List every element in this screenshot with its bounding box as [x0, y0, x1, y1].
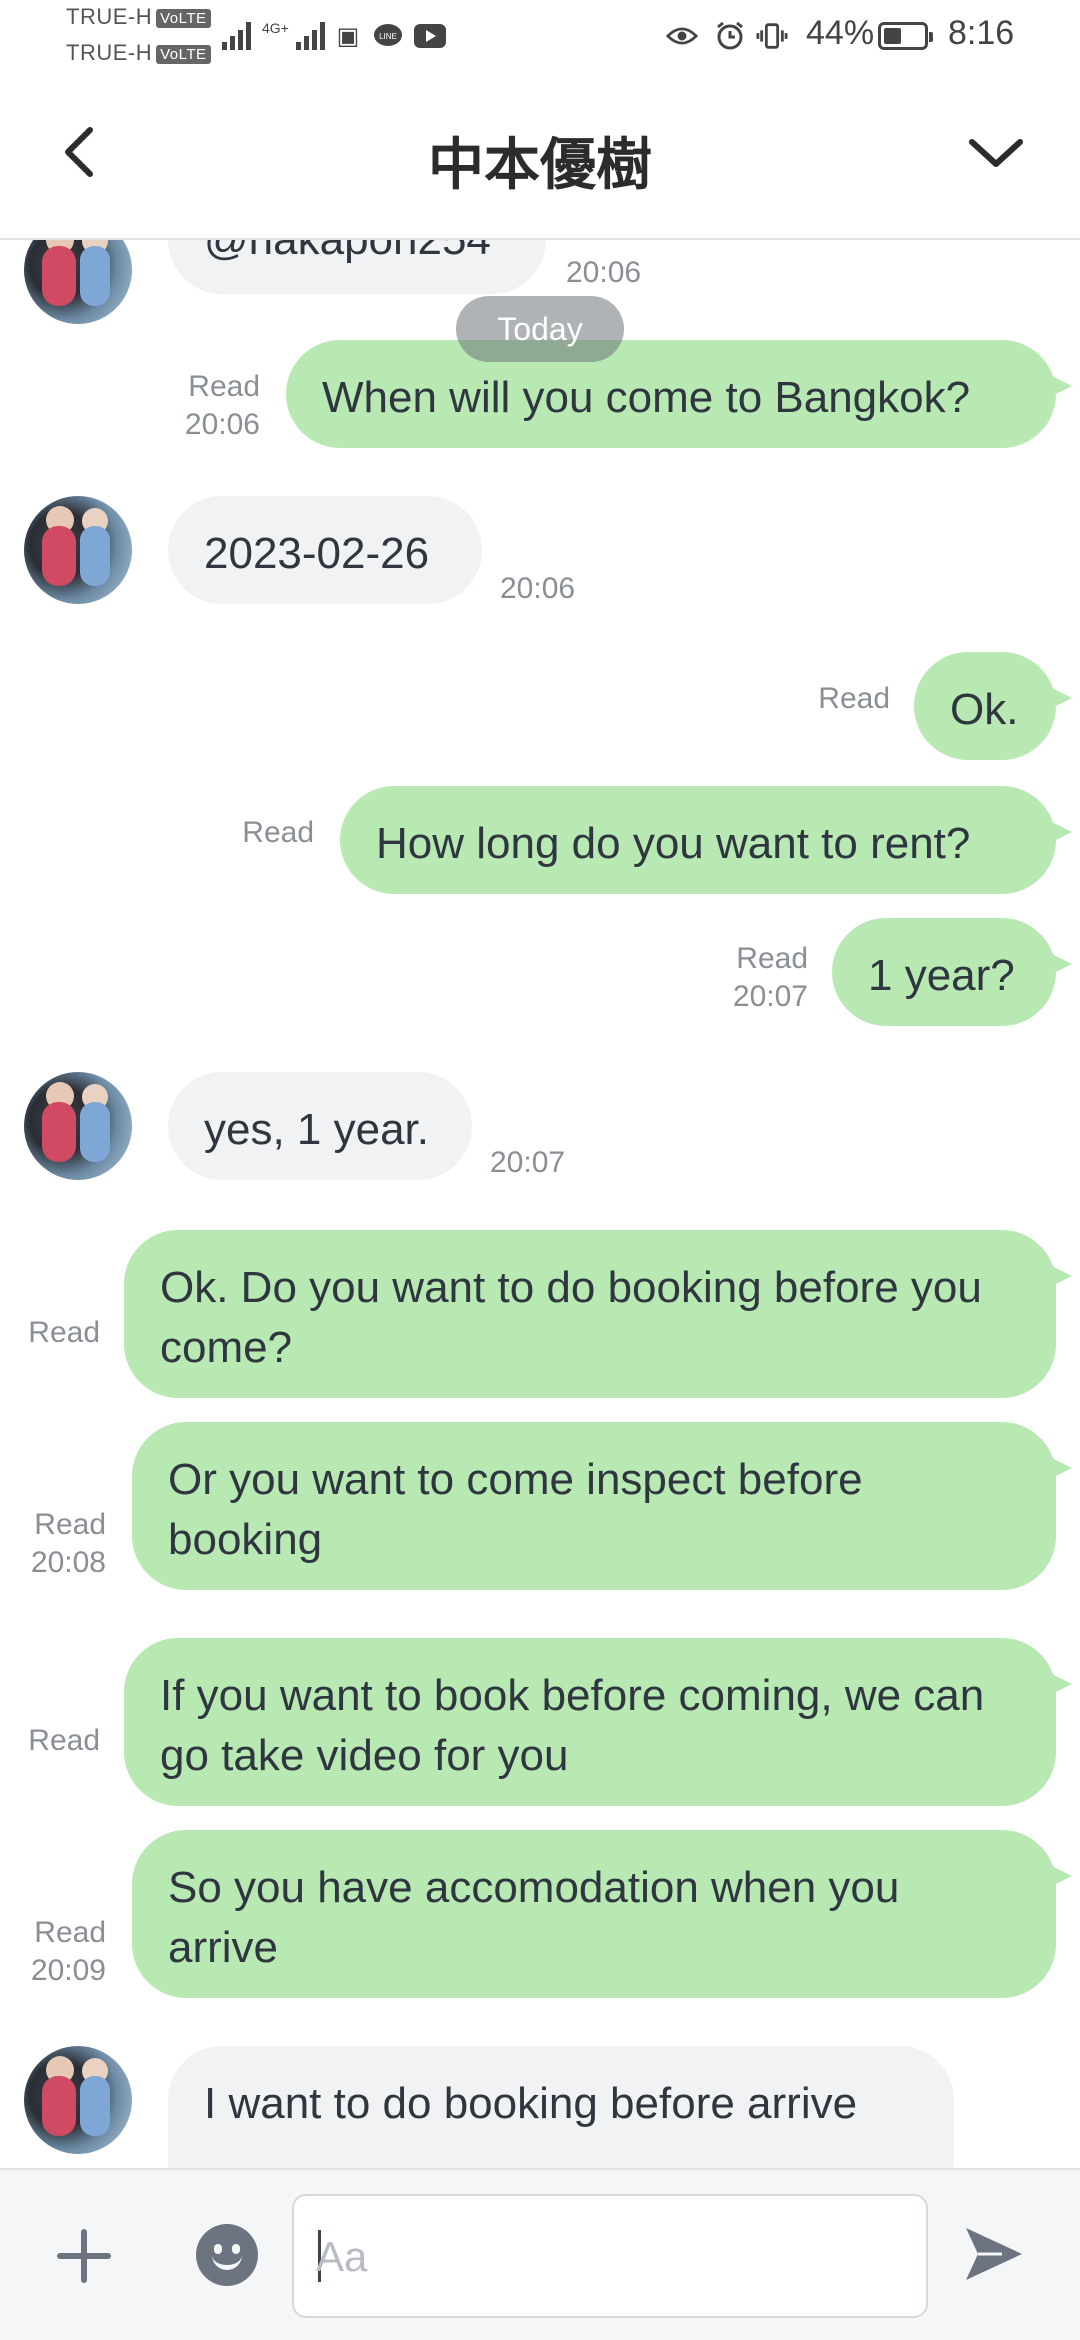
- status-bar: TRUE-H VoLTE TRUE-H VoLTE 4G+ ▣ LINE 44% 8…: [0, 0, 1080, 78]
- read-receipt: Read: [28, 1316, 100, 1349]
- avatar[interactable]: [24, 2046, 132, 2154]
- message-bubble-incoming[interactable]: 2023-02-26: [168, 496, 482, 604]
- read-receipt: Read 20:09: [30, 1916, 106, 1987]
- message-time: 20:06: [566, 256, 642, 289]
- line-icon: LINE: [372, 20, 404, 52]
- message-bubble-outgoing[interactable]: Ok. Do you want to do booking before you…: [124, 1230, 1072, 1398]
- eye-icon: [666, 20, 698, 52]
- message-bubble-outgoing[interactable]: If you want to book before coming, we ca…: [124, 1638, 1072, 1806]
- message-time: 20:06: [500, 572, 576, 605]
- message-time: 20:07: [490, 1146, 566, 1179]
- message-input[interactable]: [314, 2218, 908, 2296]
- signal-icon: [222, 20, 251, 50]
- avatar[interactable]: [24, 1072, 132, 1180]
- carrier-label-1: TRUE-H VoLTE: [66, 4, 211, 30]
- avatar[interactable]: [24, 240, 132, 324]
- battery-percent: 44%: [806, 14, 875, 52]
- emoji-icon[interactable]: [196, 2224, 258, 2286]
- alarm-icon: [714, 20, 746, 52]
- read-receipt: Read: [242, 816, 314, 849]
- read-receipt: Read 20:08: [30, 1508, 106, 1579]
- vibrate-icon: [756, 20, 788, 52]
- composer-bar: [0, 2168, 1080, 2340]
- message-bubble-outgoing[interactable]: So you have accomodation when you arrive: [132, 1830, 1072, 1998]
- message-bubble-outgoing[interactable]: How long do you want to rent?: [340, 786, 1072, 894]
- signal-4g-icon: 4G+: [262, 20, 325, 50]
- clock: 8:16: [948, 14, 1015, 52]
- read-receipt: Read: [818, 682, 890, 715]
- chat-title: 中本優樹: [428, 133, 652, 196]
- message-bubble-incoming[interactable]: I want to do booking before arrive: [168, 2046, 954, 2168]
- date-separator: Today: [456, 296, 624, 362]
- photo-icon: ▣: [336, 22, 360, 50]
- message-bubble-outgoing[interactable]: Ok.: [914, 652, 1072, 760]
- youtube-icon: [414, 20, 446, 52]
- message-bubble-outgoing[interactable]: When will you come to Bangkok?: [286, 340, 1072, 448]
- chat-header: 中本優樹: [0, 78, 1080, 240]
- chevron-down-icon[interactable]: [966, 122, 1026, 182]
- message-bubble-outgoing[interactable]: 1 year?: [832, 918, 1072, 1026]
- send-icon[interactable]: [962, 2222, 1026, 2286]
- message-bubble-outgoing[interactable]: Or you want to come inspect before booki…: [132, 1422, 1072, 1590]
- read-receipt: Read 20:06: [184, 370, 260, 441]
- message-bubble-incoming[interactable]: yes, 1 year.: [168, 1072, 472, 1180]
- message-input-box[interactable]: [292, 2194, 928, 2318]
- battery-icon: [878, 22, 933, 50]
- message-list[interactable]: @nakapon254 20:06 When will you come to …: [0, 240, 1080, 2168]
- carrier-label-2: TRUE-H VoLTE: [66, 40, 211, 66]
- read-receipt: Read 20:07: [732, 942, 808, 1013]
- read-receipt: Read: [28, 1724, 100, 1757]
- svg-text:LINE: LINE: [379, 32, 397, 41]
- plus-icon[interactable]: [56, 2228, 112, 2284]
- message-bubble-incoming[interactable]: @nakapon254: [168, 240, 546, 294]
- avatar[interactable]: [24, 496, 132, 604]
